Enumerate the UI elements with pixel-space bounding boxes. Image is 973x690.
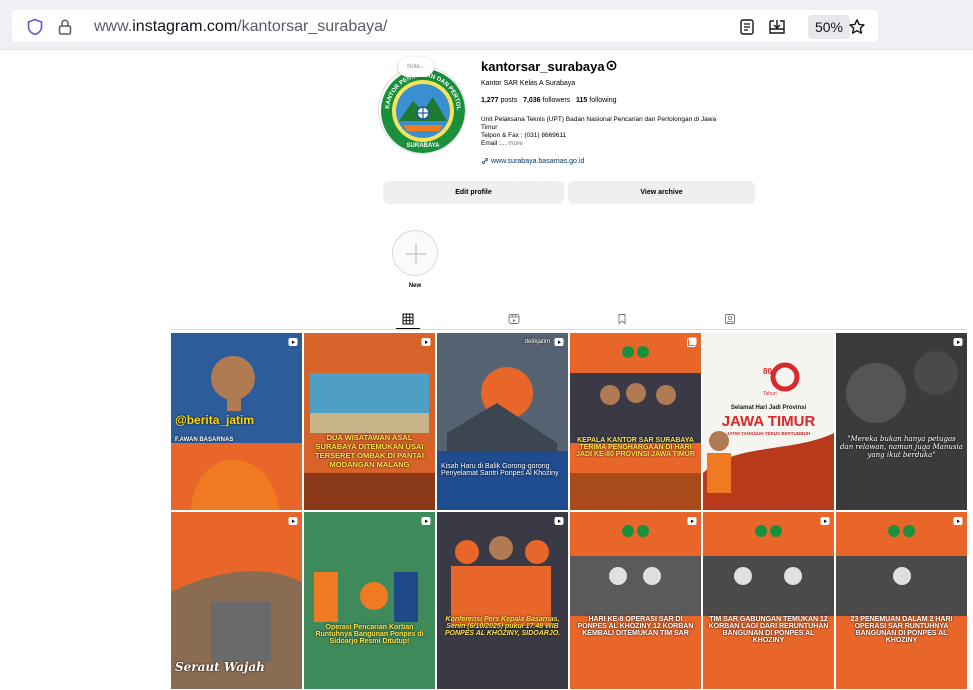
reel-icon: [554, 517, 564, 525]
bio-line: Telpon & Fax : (031) 8669611: [481, 132, 567, 139]
url-prefix: www.: [94, 18, 133, 35]
post-caption: Konferensi Pers Kepala Basarnas, Senin (…: [444, 616, 561, 637]
profile-website-link[interactable]: www.surabaya.basarnas.go.id: [481, 157, 584, 165]
post-thumbnail[interactable]: "Mereka bukan hanya petugas dan relawan,…: [836, 333, 967, 510]
url-bar[interactable]: www.instagram.com/kantorsar_surabaya/ 50…: [12, 10, 878, 42]
post-subtitle: JATIM TANGGUH TERUS BERTUMBUH: [726, 431, 811, 436]
posts-label: posts: [500, 97, 518, 104]
reel-icon: [687, 517, 697, 525]
new-highlight-label: New: [408, 283, 422, 289]
profile-stats: 1,277 posts 7,036 followers 115 followin…: [481, 97, 617, 104]
post-caption: HARI KE-8 OPERASI SAR DI PONPES AL KHOZI…: [577, 616, 694, 637]
post-thumbnail[interactable]: Operasi Pencarian Korban Runtuhnya Bangu…: [304, 512, 435, 689]
note-bubble[interactable]: Note...: [398, 57, 434, 77]
reel-icon: [820, 517, 830, 525]
post-thumbnail[interactable]: TIM SAR GABUNGAN TEMUKAN 12 KORBAN LAGI …: [703, 512, 834, 689]
posts-count: 1,277: [481, 97, 499, 104]
post-image: [570, 333, 701, 510]
url-text[interactable]: www.instagram.com/kantorsar_surabaya/: [94, 18, 387, 36]
profile-fullname: Kantor SAR Kelas A Surabaya: [481, 80, 576, 87]
reel-icon: [421, 517, 431, 525]
post-caption: Kisah Haru di Balik Gorong-gorong Penyel…: [441, 463, 559, 477]
post-source: detikjatim: [524, 339, 550, 345]
url-path: /kantorsar_surabaya/: [237, 18, 388, 35]
post-overlay-text: @berita_jatim: [175, 413, 255, 427]
post-thumbnail[interactable]: Seraut Wajah: [171, 512, 302, 689]
followers-label[interactable]: followers: [543, 97, 571, 104]
post-caption: KEPALA KANTOR SAR SURABAYA TERIMA PENGHA…: [576, 437, 695, 458]
post-caption: Selamat Hari Jadi Provinsi: [730, 405, 807, 411]
bio-more-link[interactable]: more: [508, 140, 523, 147]
browser-toolbar: www.instagram.com/kantorsar_surabaya/ 50…: [0, 0, 973, 50]
post-thumbnail[interactable]: 23 PENEMUAN DALAM 2 HARI OPERASI SAR RUN…: [836, 512, 967, 689]
following-label[interactable]: following: [589, 97, 616, 104]
reels-tab-icon[interactable]: [508, 313, 520, 325]
post-thumbnail[interactable]: HARI KE-8 OPERASI SAR DI PONPES AL KHOZI…: [570, 512, 701, 689]
lock-icon[interactable]: [56, 18, 74, 36]
plus-icon: [406, 244, 426, 264]
profile-username: kantorsar_surabaya: [481, 59, 605, 74]
post-caption: TIM SAR GABUNGAN TEMUKAN 12 KORBAN LAGI …: [708, 616, 829, 644]
profile-bio: Unit Pelaksana Teknis (UPT) Badan Nasion…: [481, 116, 761, 148]
post-thumbnail[interactable]: @berita_jatim F.AWAN BASARNAS: [171, 333, 302, 510]
post-thumbnail[interactable]: Konferensi Pers Kepala Basarnas, Senin (…: [437, 512, 568, 689]
post-image: [836, 512, 967, 689]
post-title: JAWA TIMUR: [721, 413, 816, 430]
reel-icon: [953, 517, 963, 525]
logo-bottom-text: SURABAYA: [407, 143, 441, 149]
post-caption: "Mereka bukan hanya petugas dan relawan,…: [840, 435, 963, 459]
link-icon: [482, 158, 488, 164]
post-thumbnail[interactable]: DUA WISATAWAN ASAL SURABAYA DITEMUKAN US…: [304, 333, 435, 510]
anniversary-badge-sub: Tahun: [763, 391, 777, 397]
post-image: [437, 333, 568, 510]
post-caption: 23 PENEMUAN DALAM 2 HARI OPERASI SAR RUN…: [850, 616, 953, 644]
zoom-level-button[interactable]: 50%: [808, 15, 850, 39]
reel-icon: [554, 338, 564, 346]
grid-posts-icon[interactable]: [402, 313, 414, 325]
reader-view-icon[interactable]: [738, 18, 756, 36]
url-domain: instagram.com: [132, 18, 238, 35]
post-thumbnail[interactable]: detikjatim Kisah Haru di Balik Gorong-go…: [437, 333, 568, 510]
carousel-icon: [687, 337, 697, 347]
reel-icon: [288, 338, 298, 346]
tagged-tab-icon[interactable]: [724, 313, 736, 325]
bio-line: Unit Pelaksana Teknis (UPT) Badan Nasion…: [481, 116, 717, 123]
post-thumbnail[interactable]: 80 Tahun Selamat Hari Jadi Provinsi JAWA…: [703, 333, 834, 510]
reel-icon: [288, 517, 298, 525]
reel-icon: [953, 338, 963, 346]
bio-line: Timur: [481, 124, 498, 131]
followers-count[interactable]: 7,036: [523, 97, 541, 104]
post-caption: DUA WISATAWAN ASAL SURABAYA DITEMUKAN US…: [315, 433, 424, 469]
website-link-text[interactable]: www.surabaya.basarnas.go.id: [491, 158, 584, 165]
bio-email: Email :...: [481, 140, 507, 147]
post-thumbnail[interactable]: KEPALA KANTOR SAR SURABAYA TERIMA PENGHA…: [570, 333, 701, 510]
post-image: [570, 512, 701, 689]
post-image: [304, 333, 435, 510]
saved-tab-icon[interactable]: [616, 313, 628, 325]
view-archive-button[interactable]: View archive: [568, 181, 755, 204]
save-to-pocket-icon[interactable]: [768, 18, 786, 36]
basarnas-logo: KANTOR PENCARIAN DAN PERTOLONGAN SURABAY…: [379, 67, 465, 153]
post-caption: Seraut Wajah: [175, 660, 265, 674]
bio-line: Email :... more: [481, 140, 761, 148]
bookmark-star-icon[interactable]: [848, 18, 866, 36]
post-image: [304, 512, 435, 689]
settings-gear-icon[interactable]: [605, 59, 618, 72]
active-tab-indicator: [396, 328, 420, 329]
shield-icon[interactable]: [26, 18, 44, 36]
post-nametag: F.AWAN BASARNAS: [175, 437, 234, 443]
following-count[interactable]: 115: [576, 97, 587, 104]
tabs-divider: [171, 329, 967, 330]
new-highlight-button[interactable]: [392, 230, 438, 276]
post-caption: Operasi Pencarian Korban Runtuhnya Bangu…: [315, 624, 424, 645]
edit-profile-button[interactable]: Edit profile: [383, 181, 564, 204]
profile-avatar[interactable]: KANTOR PENCARIAN DAN PERTOLONGAN SURABAY…: [378, 66, 466, 154]
post-image: [836, 333, 967, 510]
anniversary-badge: 80: [763, 367, 772, 376]
reel-icon: [421, 338, 431, 346]
post-image: [703, 512, 834, 689]
post-image: [437, 512, 568, 689]
